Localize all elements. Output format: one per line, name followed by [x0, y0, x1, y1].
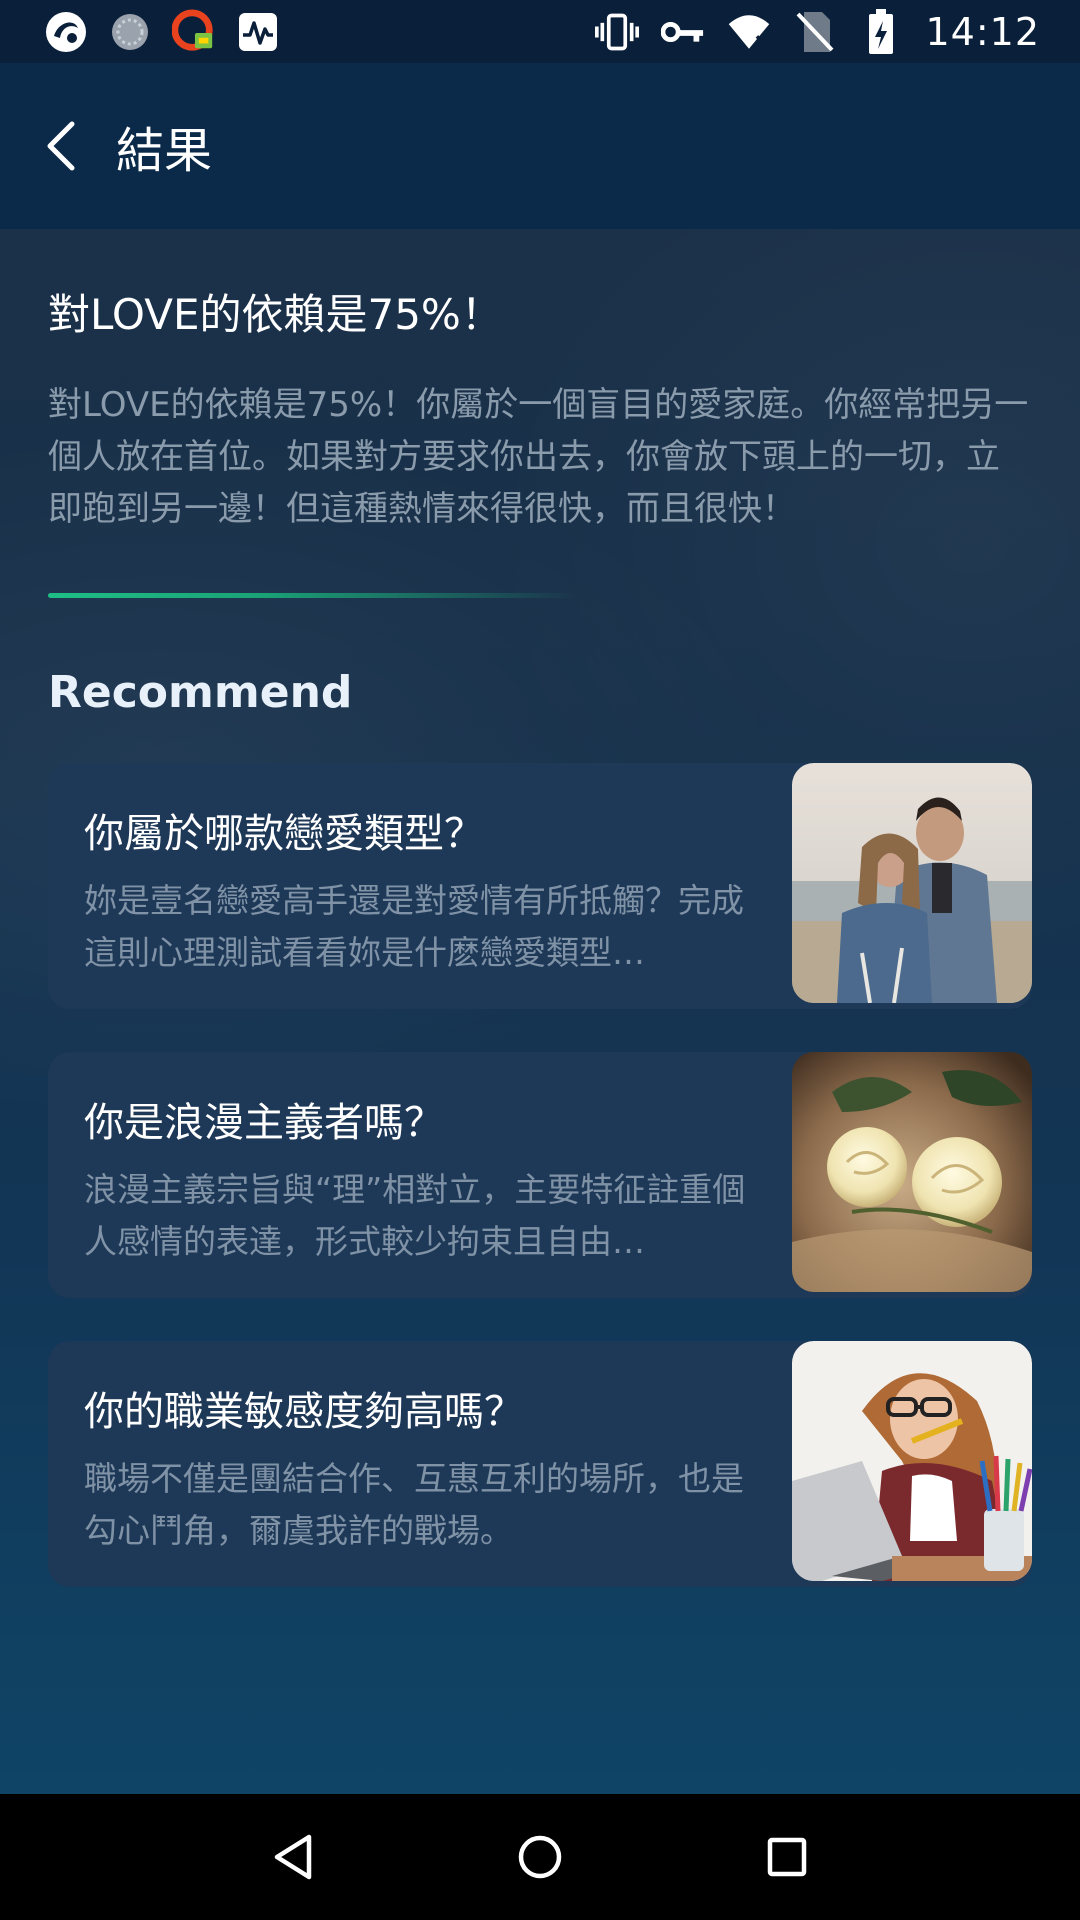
card-title: 你是浪漫主義者嗎？: [84, 1100, 444, 1146]
recommend-card[interactable]: 你屬於哪款戀愛類型？ 妳是壹名戀愛高手還是對愛情有所抵觸？完成這則心理測試看看妳…: [48, 763, 1032, 1009]
no-sim-icon: [793, 10, 837, 54]
card-text: 你是浪漫主義者嗎？ 浪漫主義宗旨與“理”相對立，主要特征註重個人感情的表達，形式…: [84, 1090, 774, 1268]
vpn-key-icon: [661, 10, 705, 54]
card-description: 職場不僅是團結合作、互惠互利的場所，也是勾心鬥角，爾虞我詐的戰場。: [84, 1459, 744, 1550]
home-circle-icon: [518, 1835, 562, 1879]
card-text: 你屬於哪款戀愛類型？ 妳是壹名戀愛高手還是對愛情有所抵觸？完成這則心理測試看看妳…: [84, 801, 774, 979]
nav-back-button[interactable]: [253, 1817, 333, 1897]
card-description: 浪漫主義宗旨與“理”相對立，主要特征註重個人感情的表達，形式較少拘束且自由…: [84, 1170, 746, 1261]
page-title: 結果: [116, 123, 213, 179]
recommend-card[interactable]: 你是浪漫主義者嗎？ 浪漫主義宗旨與“理”相對立，主要特征註重個人感情的表達，形式…: [48, 1052, 1032, 1298]
result-divider: [48, 593, 578, 598]
couple-photo: [792, 763, 1032, 1003]
app-bar: 結果: [0, 63, 1080, 229]
woman-laptop-photo: [792, 1341, 1032, 1581]
back-triangle-icon: [275, 1834, 312, 1880]
app-logo-icon: [44, 10, 88, 54]
card-title: 你屬於哪款戀愛類型？: [84, 811, 484, 857]
chevron-left-icon: [47, 121, 75, 171]
status-left-icons: [44, 9, 300, 54]
status-right-icons: 14:12: [573, 8, 1040, 54]
white-roses-photo: [792, 1052, 1032, 1292]
activity-monitor-icon: [236, 10, 280, 54]
result-description: 對LOVE的依賴是75%！你屬於一個盲目的愛家庭。你經常把另一個人放在首位。如果…: [48, 385, 1029, 529]
card-title: 你的職業敏感度夠高嗎？: [84, 1389, 524, 1435]
recommend-heading: Recommend: [48, 667, 353, 718]
nav-recents-button[interactable]: [747, 1817, 827, 1897]
status-bar: 14:12: [0, 0, 1080, 63]
wifi-icon: [727, 10, 771, 54]
result-title: 對LOVE的依賴是75%！: [48, 290, 503, 339]
navigation-bar: [0, 1794, 1080, 1920]
battery-charging-icon: [859, 8, 903, 54]
nav-home-button[interactable]: [500, 1817, 580, 1897]
recommend-card[interactable]: 你的職業敏感度夠高嗎？ 職場不僅是團結合作、互惠互利的場所，也是勾心鬥角，爾虞我…: [48, 1341, 1032, 1587]
card-text: 你的職業敏感度夠高嗎？ 職場不僅是團結合作、互惠互利的場所，也是勾心鬥角，爾虞我…: [84, 1379, 774, 1557]
card-description: 妳是壹名戀愛高手還是對愛情有所抵觸？完成這則心理測試看看妳是什麽戀愛類型…: [84, 881, 744, 972]
loading-icon: [108, 10, 152, 54]
content-area[interactable]: 對LOVE的依賴是75%！ 對LOVE的依賴是75%！你屬於一個盲目的愛家庭。你…: [0, 229, 1080, 1794]
vibrate-icon: [595, 10, 640, 54]
vpn-app-icon: [172, 9, 216, 54]
recents-square-icon: [767, 1837, 806, 1877]
back-button[interactable]: [22, 106, 102, 186]
status-clock: 14:12: [925, 9, 1040, 54]
